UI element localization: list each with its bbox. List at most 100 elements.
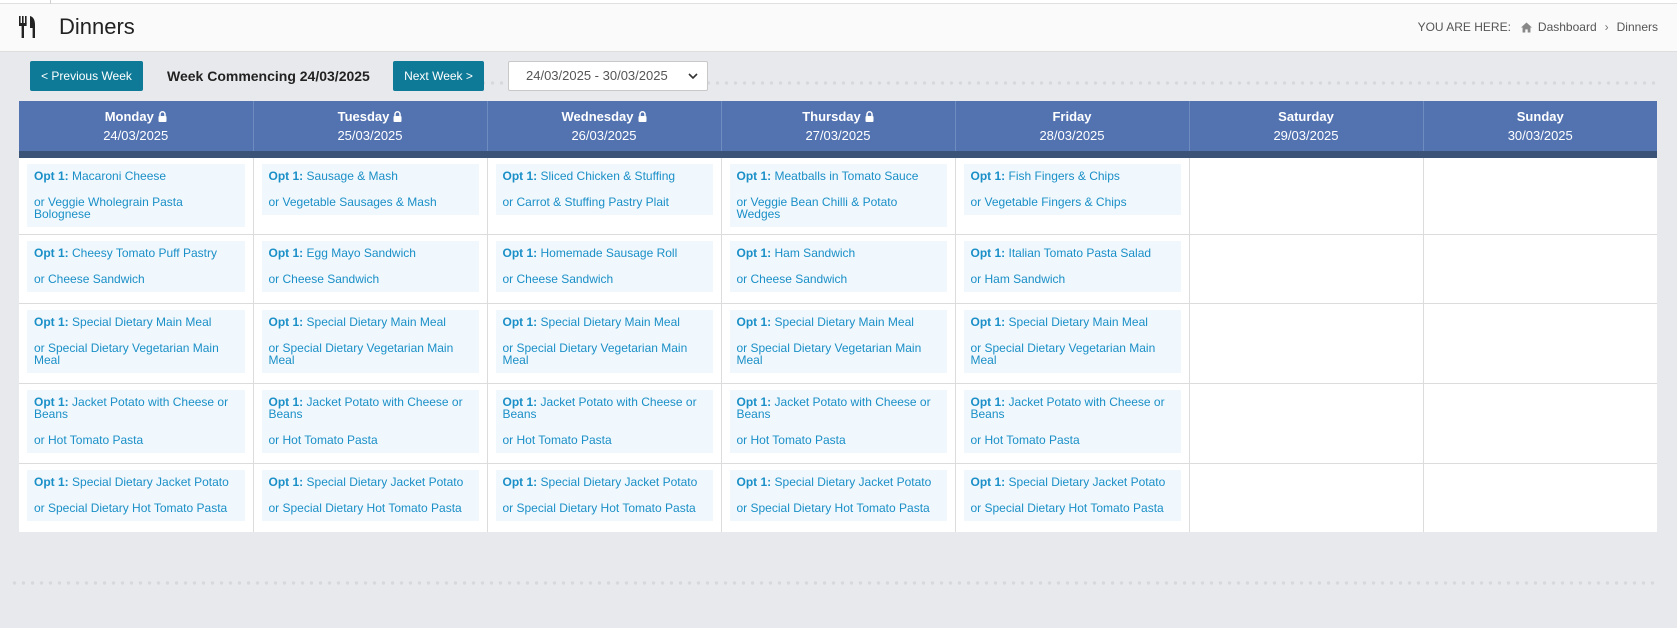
lock-icon	[393, 110, 402, 122]
menu-cell-sunday	[1423, 154, 1657, 235]
meal-option[interactable]: Opt 1: Sliced Chicken & Stuffing or Carro…	[495, 163, 713, 215]
option-1-meal: Special Dietary Jacket Potato	[72, 474, 229, 489]
menu-cell-saturday	[1189, 303, 1424, 384]
day-header-tuesday: Tuesday 25/03/2025	[253, 101, 488, 158]
meal-option[interactable]: Opt 1: Special Dietary Main Meal or Speci…	[495, 309, 713, 373]
day-date: 30/03/2025	[1507, 127, 1573, 143]
option-prefix: Opt 1:	[34, 245, 69, 260]
option-prefix: Opt 1:	[736, 474, 772, 489]
day-header-monday: Monday 24/03/2025	[19, 101, 254, 158]
day-date: 27/03/2025	[805, 127, 871, 143]
next-week-button[interactable]: Next Week >	[393, 61, 484, 91]
alternative-meal: or Special Dietary Hot Tomato Pasta	[268, 500, 462, 515]
alternative-meal: or Cheese Sandwich	[736, 271, 848, 286]
option-prefix: Opt 1:	[736, 314, 772, 329]
menu-cell-thursday: Opt 1: Jacket Potato with Cheese or Bean…	[721, 383, 956, 464]
meal-option[interactable]: Opt 1: Egg Mayo Sandwich or Cheese Sandwi…	[261, 240, 479, 292]
menu-cell-tuesday: Opt 1: Jacket Potato with Cheese or Bean…	[253, 383, 488, 464]
meal-option[interactable]: Opt 1: Special Dietary Main Meal or Speci…	[261, 309, 479, 373]
meal-option[interactable]: Opt 1: Special Dietary Jacket Potato or S…	[963, 469, 1181, 521]
meal-option[interactable]: Opt 1: Jacket Potato with Cheese or Bean…	[495, 389, 713, 453]
option-1-meal: Fish Fingers & Chips	[1008, 168, 1120, 183]
page-title: Dinners	[59, 14, 135, 39]
menu-cell-saturday	[1189, 154, 1424, 235]
lock-icon	[865, 110, 874, 122]
table-row: Opt 1: Jacket Potato with Cheese or Bean…	[19, 383, 1657, 464]
option-prefix: Opt 1:	[34, 168, 69, 183]
meal-option[interactable]: Opt 1: Fish Fingers & Chips or Vegetable …	[963, 163, 1181, 215]
meal-option[interactable]: Opt 1: Italian Tomato Pasta Salad or Ham …	[963, 240, 1181, 292]
alternative-meal: or Veggie Bean Chilli & Potato Wedges	[736, 194, 898, 221]
menu-cell-thursday: Opt 1: Special Dietary Main Meal or Speci…	[721, 303, 956, 384]
menu-cell-monday: Opt 1: Jacket Potato with Cheese or Bean…	[19, 383, 254, 464]
meal-option[interactable]: Opt 1: Ham Sandwich or Cheese Sandwich	[729, 240, 947, 292]
option-1-meal: Special Dietary Main Meal	[1008, 314, 1148, 329]
alternative-meal: or Special Dietary Vegetarian Main Meal	[736, 340, 922, 367]
breadcrumb-prefix: YOU ARE HERE:	[1417, 20, 1511, 34]
previous-week-button[interactable]: < Previous Week	[30, 61, 143, 91]
option-1-meal: Special Dietary Jacket Potato	[774, 474, 932, 489]
day-header-row: Monday 24/03/2025 Tuesday 25/03/2025 Wednesd…	[19, 101, 1657, 158]
alternative-meal: or Cheese Sandwich	[268, 271, 380, 286]
alternative-meal: or Vegetable Fingers & Chips	[970, 194, 1127, 209]
menu-cell-tuesday: Opt 1: Special Dietary Jacket Potato or S…	[253, 463, 488, 532]
meal-option[interactable]: Opt 1: Homemade Sausage Roll or Cheese Sa…	[495, 240, 713, 292]
menu-cell-wednesday: Opt 1: Homemade Sausage Roll or Cheese Sa…	[487, 234, 722, 304]
option-prefix: Opt 1:	[268, 314, 304, 329]
meal-option[interactable]: Opt 1: Special Dietary Main Meal or Speci…	[729, 309, 947, 373]
week-select[interactable]: 24/03/2025 - 30/03/2025	[508, 61, 708, 91]
meal-option[interactable]: Opt 1: Special Dietary Main Meal or Speci…	[963, 309, 1181, 373]
option-1-meal: Italian Tomato Pasta Salad	[1008, 245, 1152, 260]
lock-icon	[158, 110, 167, 122]
meal-option[interactable]: Opt 1: Sausage & Mash or Vegetable Sausag…	[261, 163, 479, 215]
meal-option[interactable]: Opt 1: Cheesy Tomato Puff Pastry or Chees…	[27, 240, 245, 292]
meal-option[interactable]: Opt 1: Macaroni Cheese or Veggie Wholegra…	[27, 163, 245, 227]
option-prefix: Opt 1:	[970, 168, 1006, 183]
day-date: 29/03/2025	[1273, 127, 1339, 143]
option-prefix: Opt 1:	[502, 474, 538, 489]
meal-option[interactable]: Opt 1: Meatballs in Tomato Sauce or Veggi…	[729, 163, 947, 227]
alternative-meal: or Cheese Sandwich	[502, 271, 614, 286]
menu-cell-thursday: Opt 1: Special Dietary Jacket Potato or S…	[721, 463, 956, 532]
meal-option[interactable]: Opt 1: Special Dietary Jacket Potato or S…	[261, 469, 479, 521]
meal-option[interactable]: Opt 1: Jacket Potato with Cheese or Bean…	[261, 389, 479, 453]
menu-cell-saturday	[1189, 383, 1424, 464]
alternative-meal: or Hot Tomato Pasta	[970, 432, 1080, 447]
meal-option[interactable]: Opt 1: Jacket Potato with Cheese or Bean…	[27, 389, 245, 453]
day-name: Sunday	[1516, 108, 1564, 124]
menu-cell-wednesday: Opt 1: Special Dietary Main Meal or Speci…	[487, 303, 722, 384]
day-name: Monday	[104, 108, 154, 124]
alternative-meal: or Vegetable Sausages & Mash	[268, 194, 437, 209]
day-header-friday: Friday 28/03/2025	[955, 101, 1190, 158]
option-1-meal: Special Dietary Main Meal	[540, 314, 680, 329]
menu-cell-monday: Opt 1: Cheesy Tomato Puff Pastry or Chees…	[19, 234, 254, 304]
cutlery-icon	[19, 16, 35, 38]
day-date: 24/03/2025	[103, 127, 169, 143]
option-1-meal: Special Dietary Jacket Potato	[1008, 474, 1166, 489]
table-row: Opt 1: Macaroni Cheese or Veggie Wholegra…	[19, 154, 1657, 235]
breadcrumb: YOU ARE HERE: Dashboard › Dinners	[1418, 20, 1658, 34]
table-row: Opt 1: Special Dietary Jacket Potato or S…	[19, 463, 1657, 532]
alternative-meal: or Special Dietary Hot Tomato Pasta	[970, 500, 1164, 515]
option-1-meal: Special Dietary Jacket Potato	[540, 474, 698, 489]
menu-cell-tuesday: Opt 1: Egg Mayo Sandwich or Cheese Sandwi…	[253, 234, 488, 304]
meal-option[interactable]: Opt 1: Jacket Potato with Cheese or Bean…	[963, 389, 1181, 453]
option-prefix: Opt 1:	[34, 474, 69, 489]
menu-cell-friday: Opt 1: Italian Tomato Pasta Salad or Ham …	[955, 234, 1190, 304]
meal-option[interactable]: Opt 1: Jacket Potato with Cheese or Bean…	[729, 389, 947, 453]
dotted-divider-bottom	[10, 581, 1657, 585]
meal-option[interactable]: Opt 1: Special Dietary Jacket Potato or S…	[27, 469, 245, 521]
meal-option[interactable]: Opt 1: Special Dietary Main Meal or Speci…	[27, 309, 245, 373]
chevron-right-icon: ›	[1604, 20, 1609, 34]
option-1-meal: Sliced Chicken & Stuffing	[540, 168, 676, 183]
day-date: 28/03/2025	[1039, 127, 1105, 143]
alternative-meal: or Special Dietary Hot Tomato Pasta	[34, 500, 228, 515]
day-header-thursday: Thursday 27/03/2025	[721, 101, 956, 158]
meal-option[interactable]: Opt 1: Special Dietary Jacket Potato or S…	[495, 469, 713, 521]
breadcrumb-dashboard[interactable]: Dashboard	[1538, 20, 1597, 34]
option-1-meal: Ham Sandwich	[774, 245, 856, 260]
meal-option[interactable]: Opt 1: Special Dietary Jacket Potato or S…	[729, 469, 947, 521]
option-1-meal: Egg Mayo Sandwich	[306, 245, 416, 260]
week-select-value: 24/03/2025 - 30/03/2025	[526, 68, 668, 83]
menu-cell-monday: Opt 1: Special Dietary Jacket Potato or S…	[19, 463, 254, 532]
